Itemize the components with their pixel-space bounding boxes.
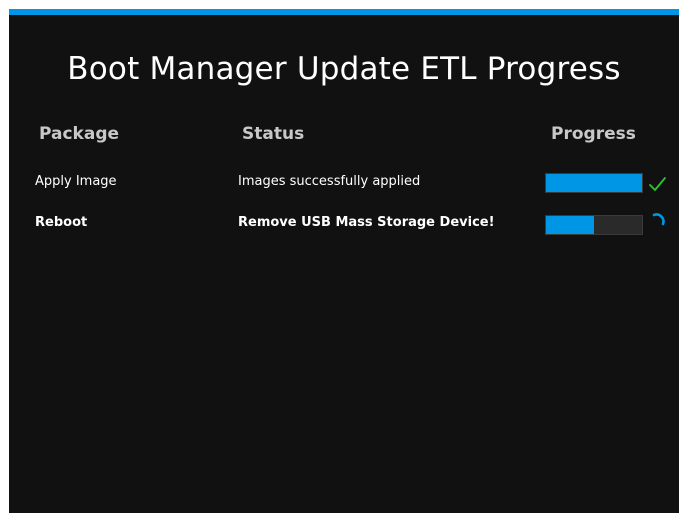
spinner-icon: [649, 211, 669, 231]
progress-bar: [545, 173, 643, 193]
package-name: Apply Image: [35, 174, 117, 189]
column-header-progress: Progress: [551, 124, 636, 144]
package-status: Images successfully applied: [238, 174, 421, 189]
package-name: Reboot: [35, 215, 88, 230]
column-header-package: Package: [39, 124, 120, 144]
checkmark-icon: [647, 174, 667, 194]
accent-bar: [9, 9, 679, 15]
package-status: Remove USB Mass Storage Device!: [238, 215, 495, 230]
app-window: Boot Manager Update ETL Progress Package…: [9, 9, 679, 513]
page-title: Boot Manager Update ETL Progress: [67, 51, 621, 87]
column-header-status: Status: [242, 124, 305, 144]
progress-fill: [546, 216, 594, 234]
progress-fill: [546, 174, 642, 192]
progress-bar: [545, 215, 643, 235]
